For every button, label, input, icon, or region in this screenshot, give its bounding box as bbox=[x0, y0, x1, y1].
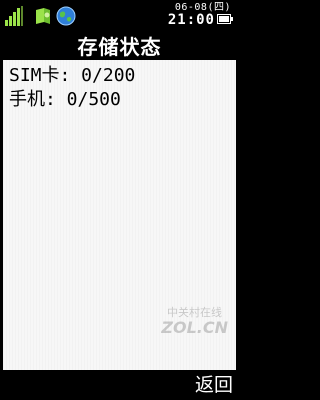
message-icon bbox=[36, 8, 50, 24]
watermark: 中关村在线 ZOL.CN bbox=[100, 304, 230, 364]
status-time: 21:00 bbox=[167, 12, 215, 28]
signal-icon bbox=[5, 6, 23, 26]
globe-icon bbox=[56, 6, 76, 26]
battery-icon bbox=[217, 14, 233, 24]
page-title: 存储状态 bbox=[0, 34, 239, 60]
watermark-en: ZOL.CN bbox=[161, 318, 228, 337]
softkey-bar: 返回 bbox=[0, 370, 239, 400]
back-button[interactable]: 返回 bbox=[195, 372, 233, 398]
phone-screen: 06-08(四) 21:00 存储状态 SIM卡: 0/200 手机: 0/50… bbox=[0, 0, 239, 400]
sim-storage-line: SIM卡: 0/200 bbox=[9, 65, 136, 86]
status-bar: 06-08(四) 21:00 bbox=[0, 0, 239, 34]
content-area: SIM卡: 0/200 手机: 0/500 中关村在线 ZOL.CN bbox=[3, 60, 236, 370]
phone-storage-line: 手机: 0/500 bbox=[9, 89, 121, 110]
